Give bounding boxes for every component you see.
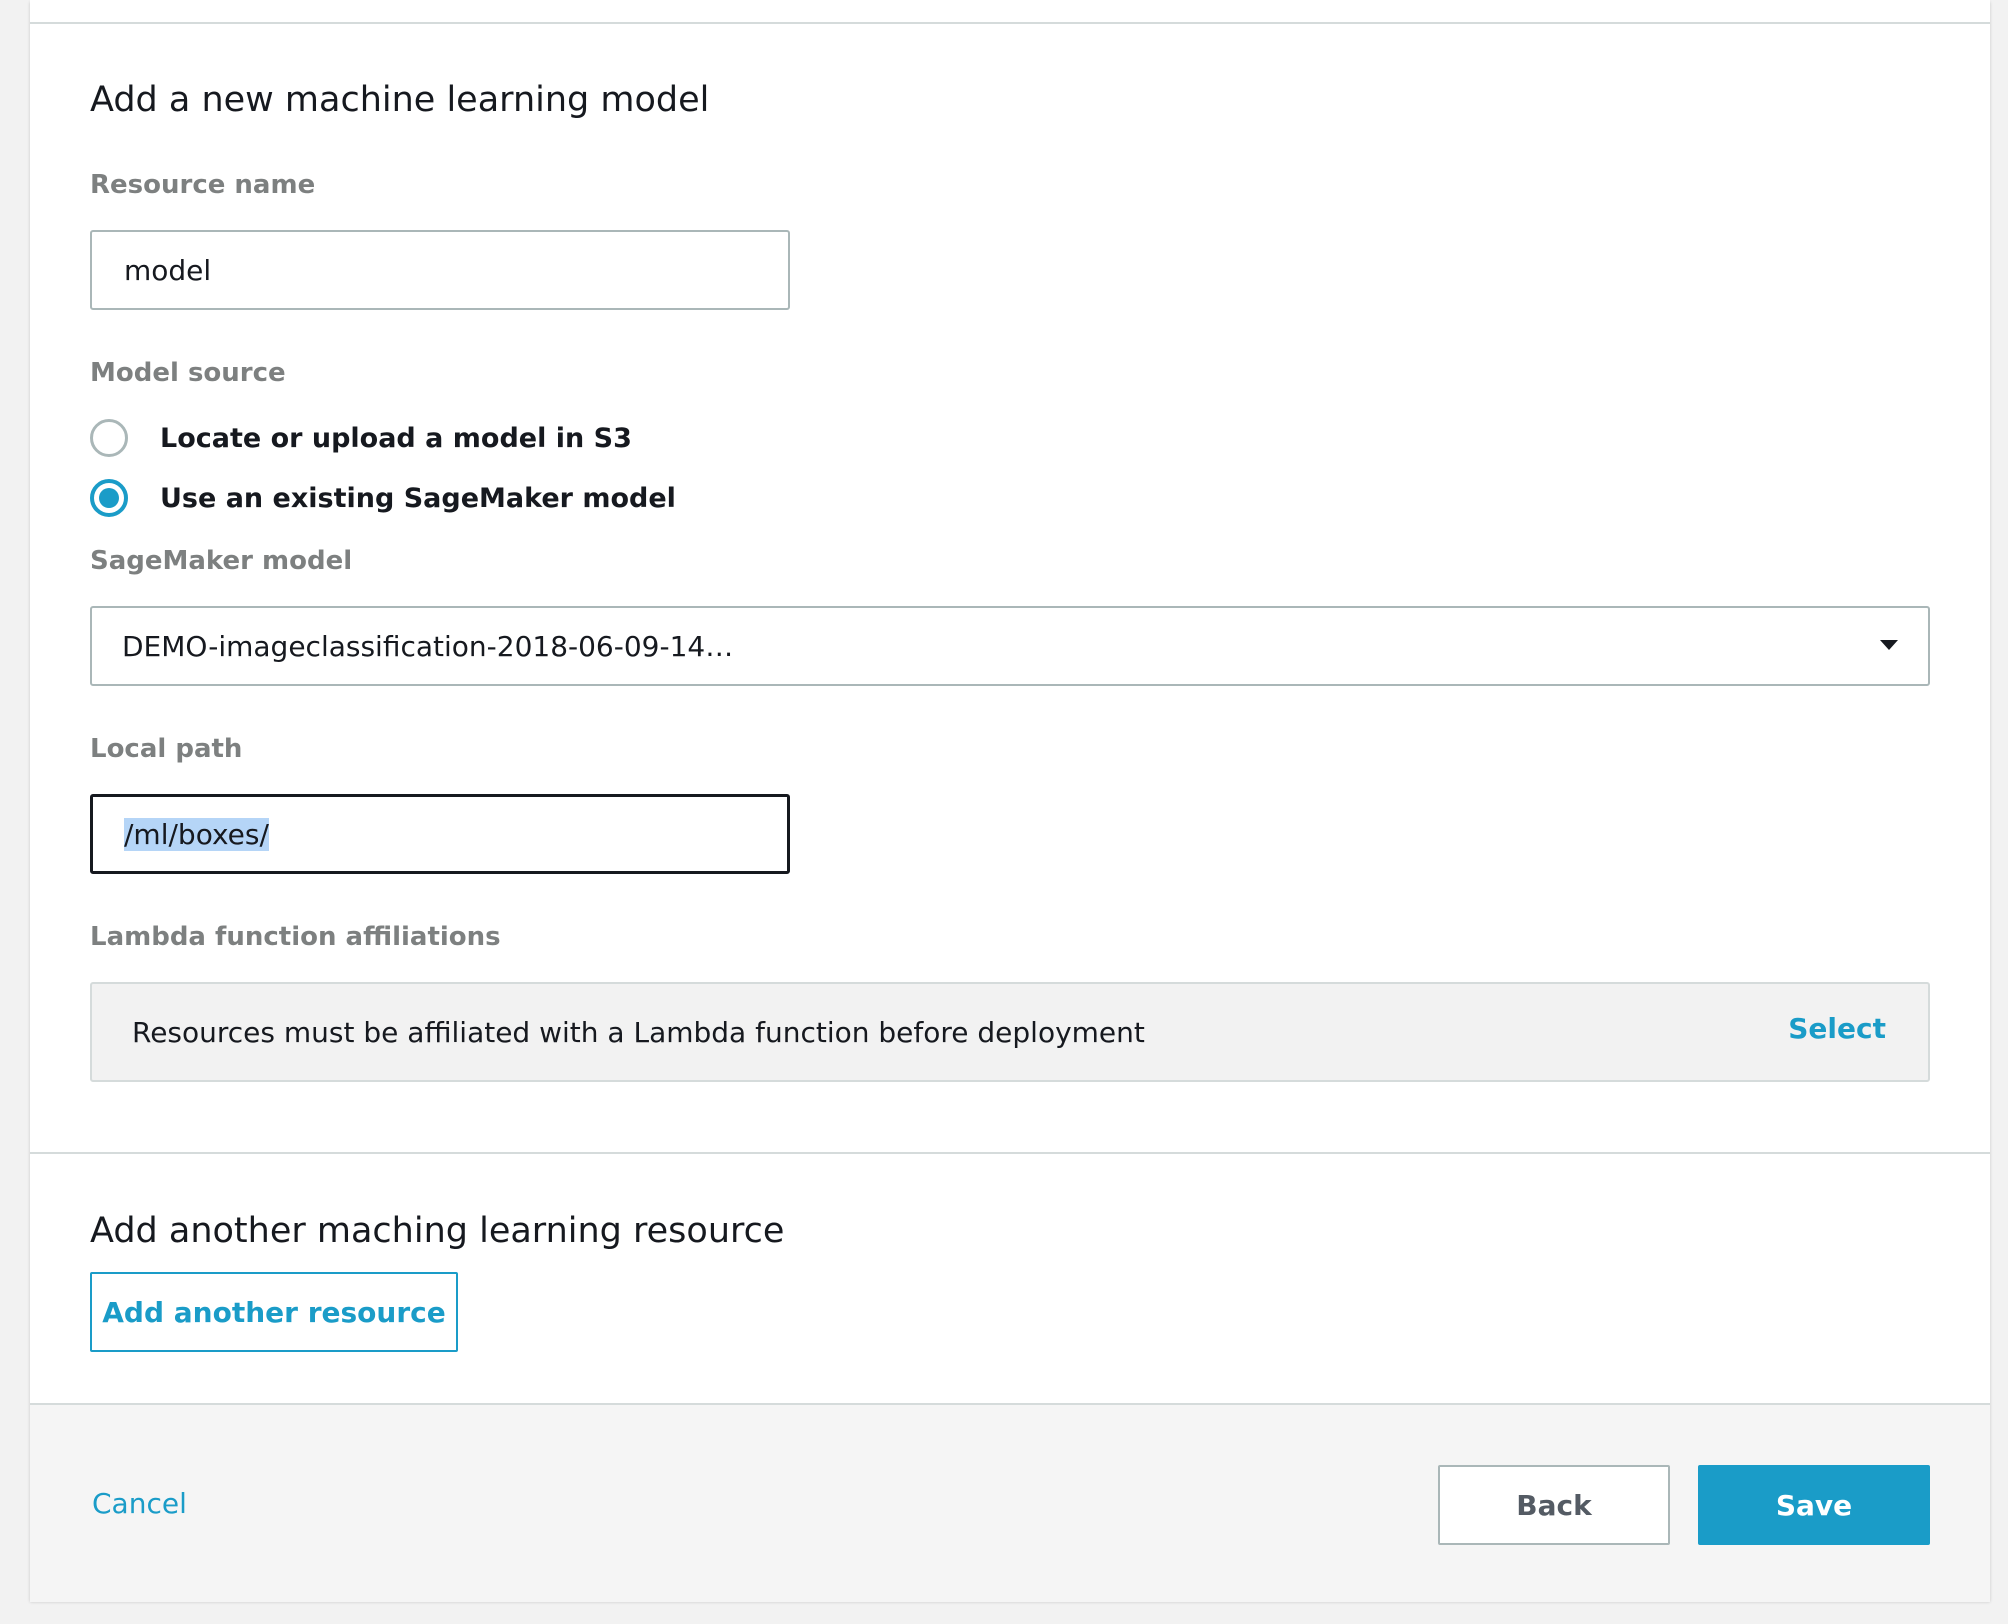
- sagemaker-model-label: SageMaker model: [90, 546, 353, 576]
- form-footer: Cancel Back Save: [30, 1403, 1990, 1602]
- lambda-select-link[interactable]: Select: [1788, 1012, 1886, 1045]
- lambda-affiliations-box: Resources must be affiliated with a Lamb…: [90, 982, 1930, 1082]
- add-another-resource-button[interactable]: Add another resource: [90, 1272, 458, 1352]
- save-button[interactable]: Save: [1698, 1465, 1930, 1545]
- caret-down-icon: [1880, 640, 1898, 650]
- resource-name-input[interactable]: model: [90, 230, 790, 310]
- radio-option-sagemaker-label: Use an existing SageMaker model: [160, 482, 676, 514]
- sagemaker-model-value: DEMO-imageclassification-2018-06-09-14…: [122, 629, 734, 663]
- local-path-input[interactable]: /ml/boxes/: [90, 794, 790, 874]
- local-path-label: Local path: [90, 734, 243, 764]
- radio-option-s3-label: Locate or upload a model in S3: [160, 422, 632, 454]
- radio-option-s3[interactable]: Locate or upload a model in S3: [90, 416, 632, 460]
- radio-option-sagemaker[interactable]: Use an existing SageMaker model: [90, 476, 676, 520]
- resource-name-label: Resource name: [90, 170, 316, 200]
- lambda-affiliations-message: Resources must be affiliated with a Lamb…: [132, 1015, 1145, 1049]
- section-divider: [30, 1152, 1990, 1154]
- radio-unchecked-icon[interactable]: [90, 419, 128, 457]
- resource-name-value: model: [124, 253, 212, 287]
- model-source-label: Model source: [90, 358, 286, 388]
- model-section-title: Add a new machine learning model: [90, 80, 710, 120]
- top-divider: [30, 22, 1990, 24]
- local-path-value: /ml/boxes/: [124, 817, 269, 851]
- sagemaker-model-select[interactable]: DEMO-imageclassification-2018-06-09-14…: [90, 606, 1930, 686]
- resource-form-panel: Add a new machine learning model Resourc…: [30, 0, 1990, 1602]
- lambda-affiliations-label: Lambda function affiliations: [90, 922, 501, 952]
- another-section-title: Add another maching learning resource: [90, 1211, 785, 1251]
- cancel-link[interactable]: Cancel: [92, 1487, 187, 1520]
- radio-checked-icon[interactable]: [90, 479, 128, 517]
- back-button[interactable]: Back: [1438, 1465, 1670, 1545]
